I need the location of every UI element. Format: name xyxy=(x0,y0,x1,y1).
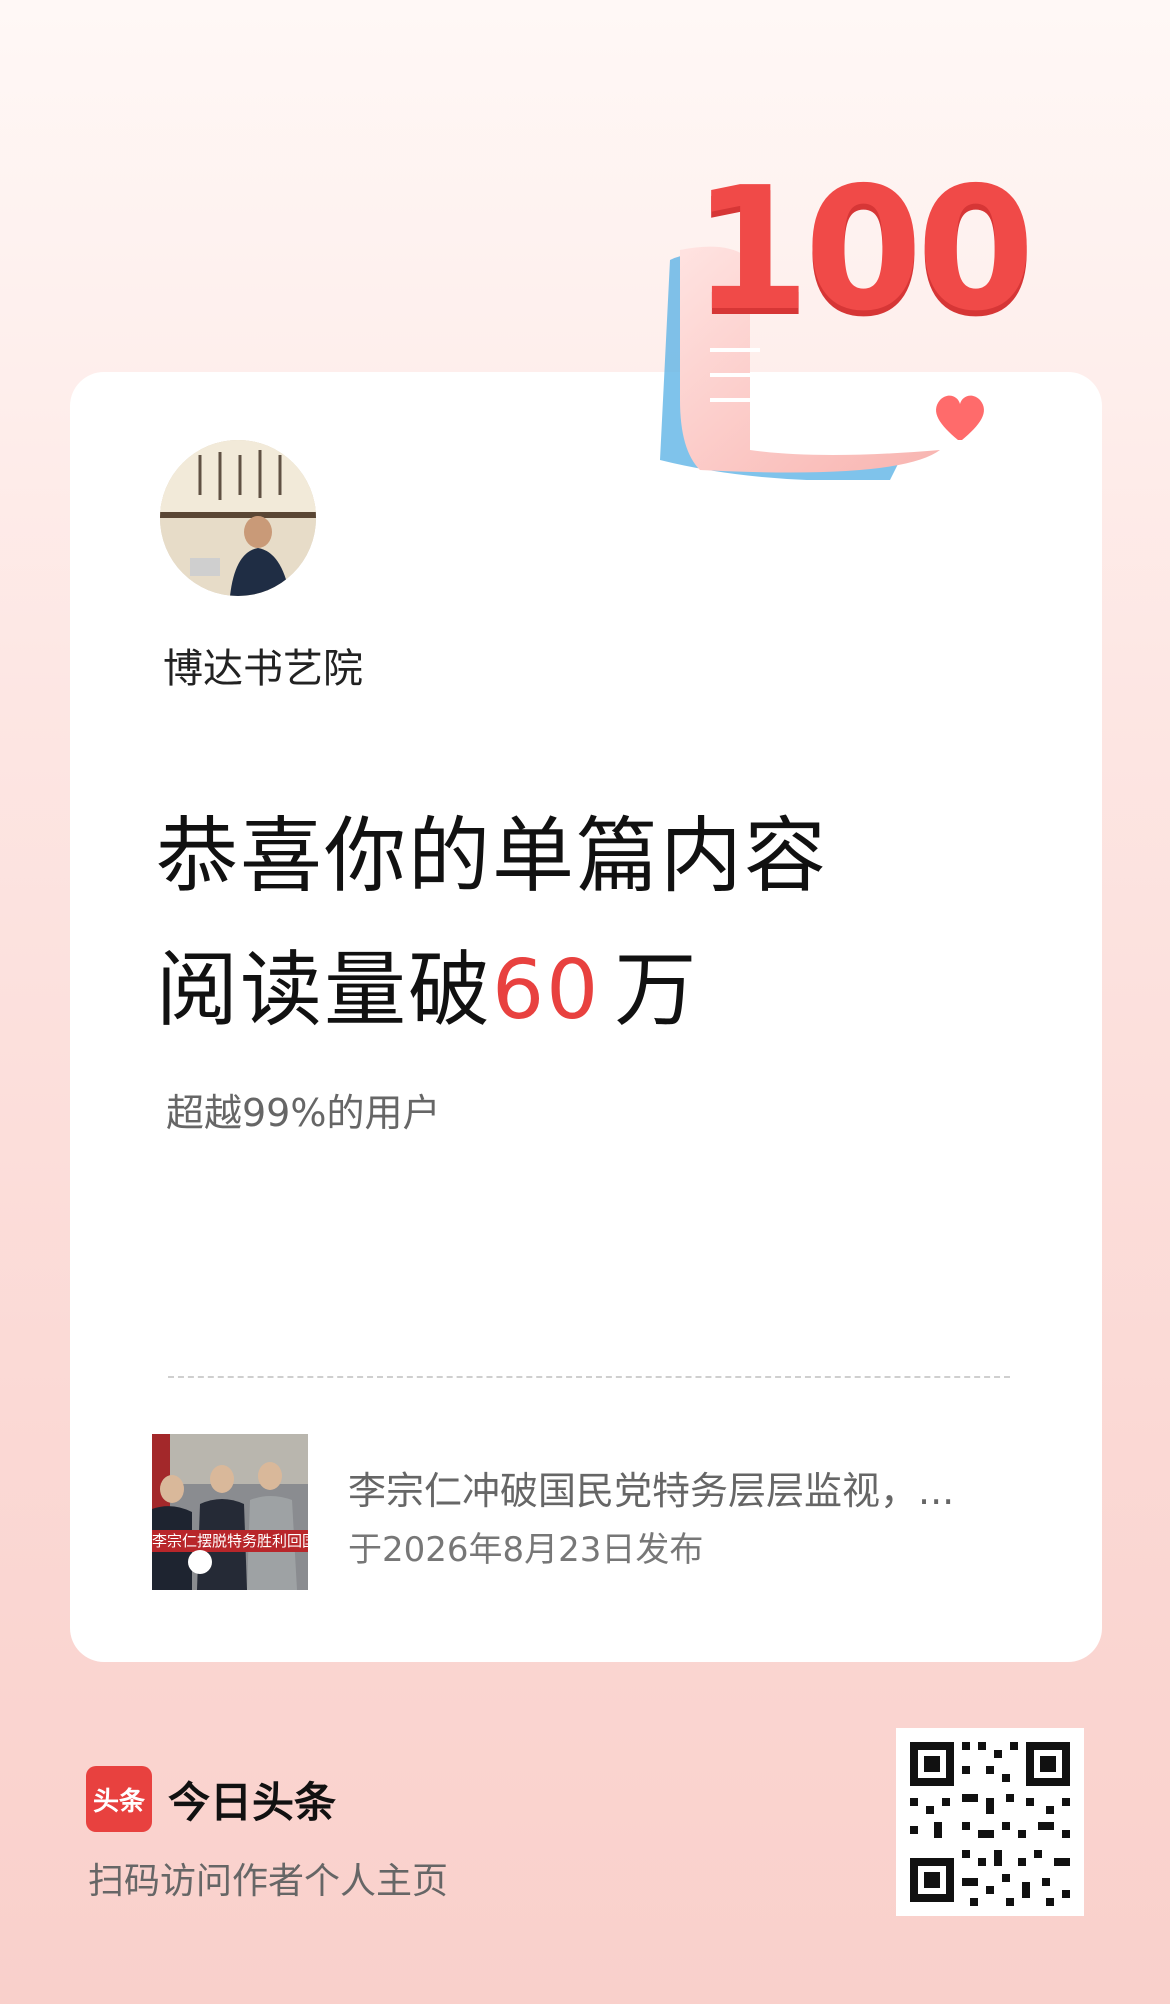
article-date: 于2026年8月23日发布 xyxy=(348,1530,704,1570)
article-title[interactable]: 李宗仁冲破国民党特务层层监视，... xyxy=(348,1460,1018,1515)
headline-line2-prefix: 阅读量破 xyxy=(156,943,493,1038)
author-avatar[interactable] xyxy=(160,440,316,596)
percentile-text: 超越99%的用户 xyxy=(166,1091,441,1135)
badge-number: 100 xyxy=(692,151,1035,349)
author-name[interactable]: 博达书艺院 xyxy=(163,636,363,694)
brand: 头条 今日头条 xyxy=(86,1766,336,1832)
read-count-number: 60 xyxy=(492,943,601,1038)
article-thumb-caption: 李宗仁摆脱特务胜利回国 xyxy=(152,1532,308,1550)
headline-line1: 恭喜你的单篇内容 xyxy=(156,809,829,904)
dashed-divider xyxy=(168,1376,1010,1378)
headline: 恭喜你的单篇内容 阅读量破60 万 xyxy=(156,790,828,1058)
brand-name: 今日头条 xyxy=(168,1777,337,1827)
headline-line2: 阅读量破60 万 xyxy=(156,924,828,1058)
qr-code[interactable] xyxy=(896,1728,1084,1916)
scan-tip: 扫码访问作者个人主页 xyxy=(88,1861,449,1902)
article-thumbnail[interactable]: 李宗仁摆脱特务胜利回国 xyxy=(152,1434,308,1590)
badge-100-illustration: 100 xyxy=(640,150,1040,481)
headline-line2-suffix: 万 xyxy=(614,943,699,1038)
toutiao-logo-icon: 头条 xyxy=(86,1766,152,1832)
